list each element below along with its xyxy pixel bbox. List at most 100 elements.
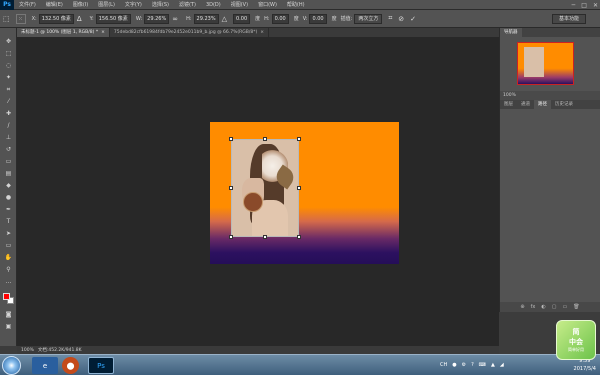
menu-view[interactable]: 视图(V): [226, 0, 253, 10]
menu-window[interactable]: 窗口(W): [253, 0, 282, 10]
maximize-icon[interactable]: □: [581, 2, 587, 9]
menu-file[interactable]: 文件(F): [14, 0, 41, 10]
path-select-icon[interactable]: ➤: [4, 230, 13, 238]
tray-help-icon[interactable]: ?: [471, 362, 474, 368]
chrome-taskbar-icon[interactable]: ⬤: [62, 357, 79, 374]
brush-tool-icon[interactable]: /: [4, 122, 13, 130]
workspace-select[interactable]: 基本功能: [551, 14, 586, 24]
input-method-icon[interactable]: CH: [440, 362, 447, 368]
canvas-area[interactable]: [17, 37, 499, 346]
delta-icon[interactable]: Δ: [77, 15, 82, 23]
w-field[interactable]: 29.26%: [144, 13, 170, 24]
crop-tool-icon[interactable]: ⌗: [4, 86, 13, 94]
menu-image[interactable]: 图像(I): [68, 0, 93, 10]
transform-handle-top[interactable]: [263, 137, 267, 141]
tray-app-icon[interactable]: ●: [452, 362, 456, 368]
minimize-icon[interactable]: ─: [572, 2, 576, 9]
pen-tool-icon[interactable]: ✒: [4, 206, 13, 214]
tab-untitled-1[interactable]: 未标题-1 @ 100% (图层 1, RGB/8) * ×: [17, 28, 110, 37]
link-layers-icon[interactable]: ⊕: [520, 304, 524, 310]
healing-brush-icon[interactable]: ✚: [4, 110, 13, 118]
tab-history[interactable]: 历史记录: [551, 100, 577, 109]
navigator-thumbnail[interactable]: [517, 42, 574, 85]
clone-stamp-icon[interactable]: ⊥: [4, 134, 13, 142]
h-field[interactable]: 29.23%: [193, 13, 219, 24]
transform-tool-icon[interactable]: ⬚: [3, 15, 10, 23]
gradient-tool-icon[interactable]: ▤: [4, 170, 13, 178]
tab-jpg-image[interactable]: 75debd82cfb61984fdb79e2452e011b9_b.jpg @…: [110, 28, 269, 37]
close-icon[interactable]: ✕: [593, 2, 598, 9]
screen-mode-icon[interactable]: ▣: [4, 323, 13, 331]
angle-icon: △: [221, 14, 227, 23]
type-tool-icon[interactable]: T: [4, 218, 13, 226]
show-hidden-icons-icon[interactable]: ▲: [491, 362, 495, 368]
quick-mask-icon[interactable]: ◙: [4, 311, 13, 319]
menu-type[interactable]: 文字(Y): [120, 0, 147, 10]
interpolation-select[interactable]: 两次立方: [354, 13, 383, 24]
transform-handle-bottom-left[interactable]: [229, 235, 233, 239]
tab-close-icon[interactable]: ×: [101, 30, 105, 35]
transform-handle-bottom[interactable]: [263, 235, 267, 239]
ie-taskbar-icon[interactable]: e: [32, 357, 58, 374]
commit-transform-icon[interactable]: ✓: [410, 15, 416, 23]
tray-settings-icon[interactable]: ⚙: [462, 362, 466, 368]
transform-handle-bottom-right[interactable]: [297, 235, 301, 239]
y-field[interactable]: 156.50 像素: [95, 13, 131, 24]
more-tools-icon[interactable]: …: [4, 278, 13, 286]
hand-tool-icon[interactable]: ✋: [4, 254, 13, 262]
w-label: W:: [135, 15, 143, 22]
fx-icon[interactable]: fx: [531, 304, 536, 310]
move-tool-icon[interactable]: ✥: [4, 38, 13, 46]
menu-3d[interactable]: 3D(D): [201, 0, 226, 10]
menu-bar: Ps 文件(F) 编辑(E) 图像(I) 图层(L) 文字(Y) 选择(S) 滤…: [0, 0, 600, 10]
tab-close-icon[interactable]: ×: [260, 30, 264, 35]
navigator-zoom-value[interactable]: 100%: [503, 93, 516, 98]
eyedropper-icon[interactable]: ⁄: [4, 98, 13, 106]
adjustment-icon[interactable]: ◐: [541, 304, 545, 310]
menu-help[interactable]: 帮助(H): [282, 0, 310, 10]
trash-icon[interactable]: 🗑: [573, 304, 579, 310]
lasso-tool-icon[interactable]: ◌: [4, 62, 13, 70]
layers-tabbar: 图层 通道 路径 历史记录: [500, 100, 600, 109]
shape-tool-icon[interactable]: ▭: [4, 242, 13, 250]
watermark-char: 简: [572, 328, 580, 336]
link-icon[interactable]: ∞: [172, 15, 178, 23]
menu-filter[interactable]: 滤镜(T): [174, 0, 201, 10]
x-field[interactable]: 132.50 像素: [38, 13, 74, 24]
tab-paths[interactable]: 路径: [534, 100, 551, 109]
blur-tool-icon[interactable]: ◆: [4, 182, 13, 190]
zoom-tool-icon[interactable]: ⚲: [4, 266, 13, 274]
history-brush-icon[interactable]: ↺: [4, 146, 13, 154]
photoshop-taskbar-icon[interactable]: Ps: [88, 357, 114, 374]
menu-select[interactable]: 选择(S): [147, 0, 174, 10]
tab-channels[interactable]: 通道: [517, 100, 534, 109]
menu-edit[interactable]: 编辑(E): [41, 0, 68, 10]
tab-layers[interactable]: 图层: [500, 100, 517, 109]
eraser-icon[interactable]: ▭: [4, 158, 13, 166]
dodge-tool-icon[interactable]: ●: [4, 194, 13, 202]
keyboard-icon[interactable]: ⌨: [479, 362, 486, 368]
magic-wand-icon[interactable]: ✦: [4, 74, 13, 82]
document-size: 文档:452.2K/941.8K: [37, 348, 82, 353]
transform-handle-left[interactable]: [229, 186, 233, 190]
zoom-level[interactable]: 100%: [21, 348, 34, 353]
foreground-color-swatch[interactable]: [3, 293, 10, 300]
v-skew-field[interactable]: 0.00: [309, 13, 327, 24]
mask-icon[interactable]: ▢: [552, 304, 557, 310]
reference-point-icon[interactable]: ⁙: [15, 13, 26, 24]
angle-field[interactable]: 0.00: [233, 13, 251, 24]
warp-icon[interactable]: ⌗: [388, 14, 392, 23]
marquee-tool-icon[interactable]: ⬚: [4, 50, 13, 58]
network-icon[interactable]: ◢: [500, 362, 504, 368]
transform-handle-top-left[interactable]: [229, 137, 233, 141]
start-button-icon[interactable]: [2, 356, 21, 375]
document-canvas[interactable]: [210, 122, 399, 264]
h-skew-field[interactable]: 0.00: [271, 13, 289, 24]
tab-navigator[interactable]: 导航器: [500, 28, 522, 37]
new-layer-icon[interactable]: ▭: [562, 304, 567, 310]
transformed-layer-image[interactable]: [231, 139, 299, 237]
cancel-transform-icon[interactable]: ⊘: [398, 15, 404, 23]
transform-handle-right[interactable]: [297, 186, 301, 190]
transform-handle-top-right[interactable]: [297, 137, 301, 141]
menu-layer[interactable]: 图层(L): [93, 0, 120, 10]
